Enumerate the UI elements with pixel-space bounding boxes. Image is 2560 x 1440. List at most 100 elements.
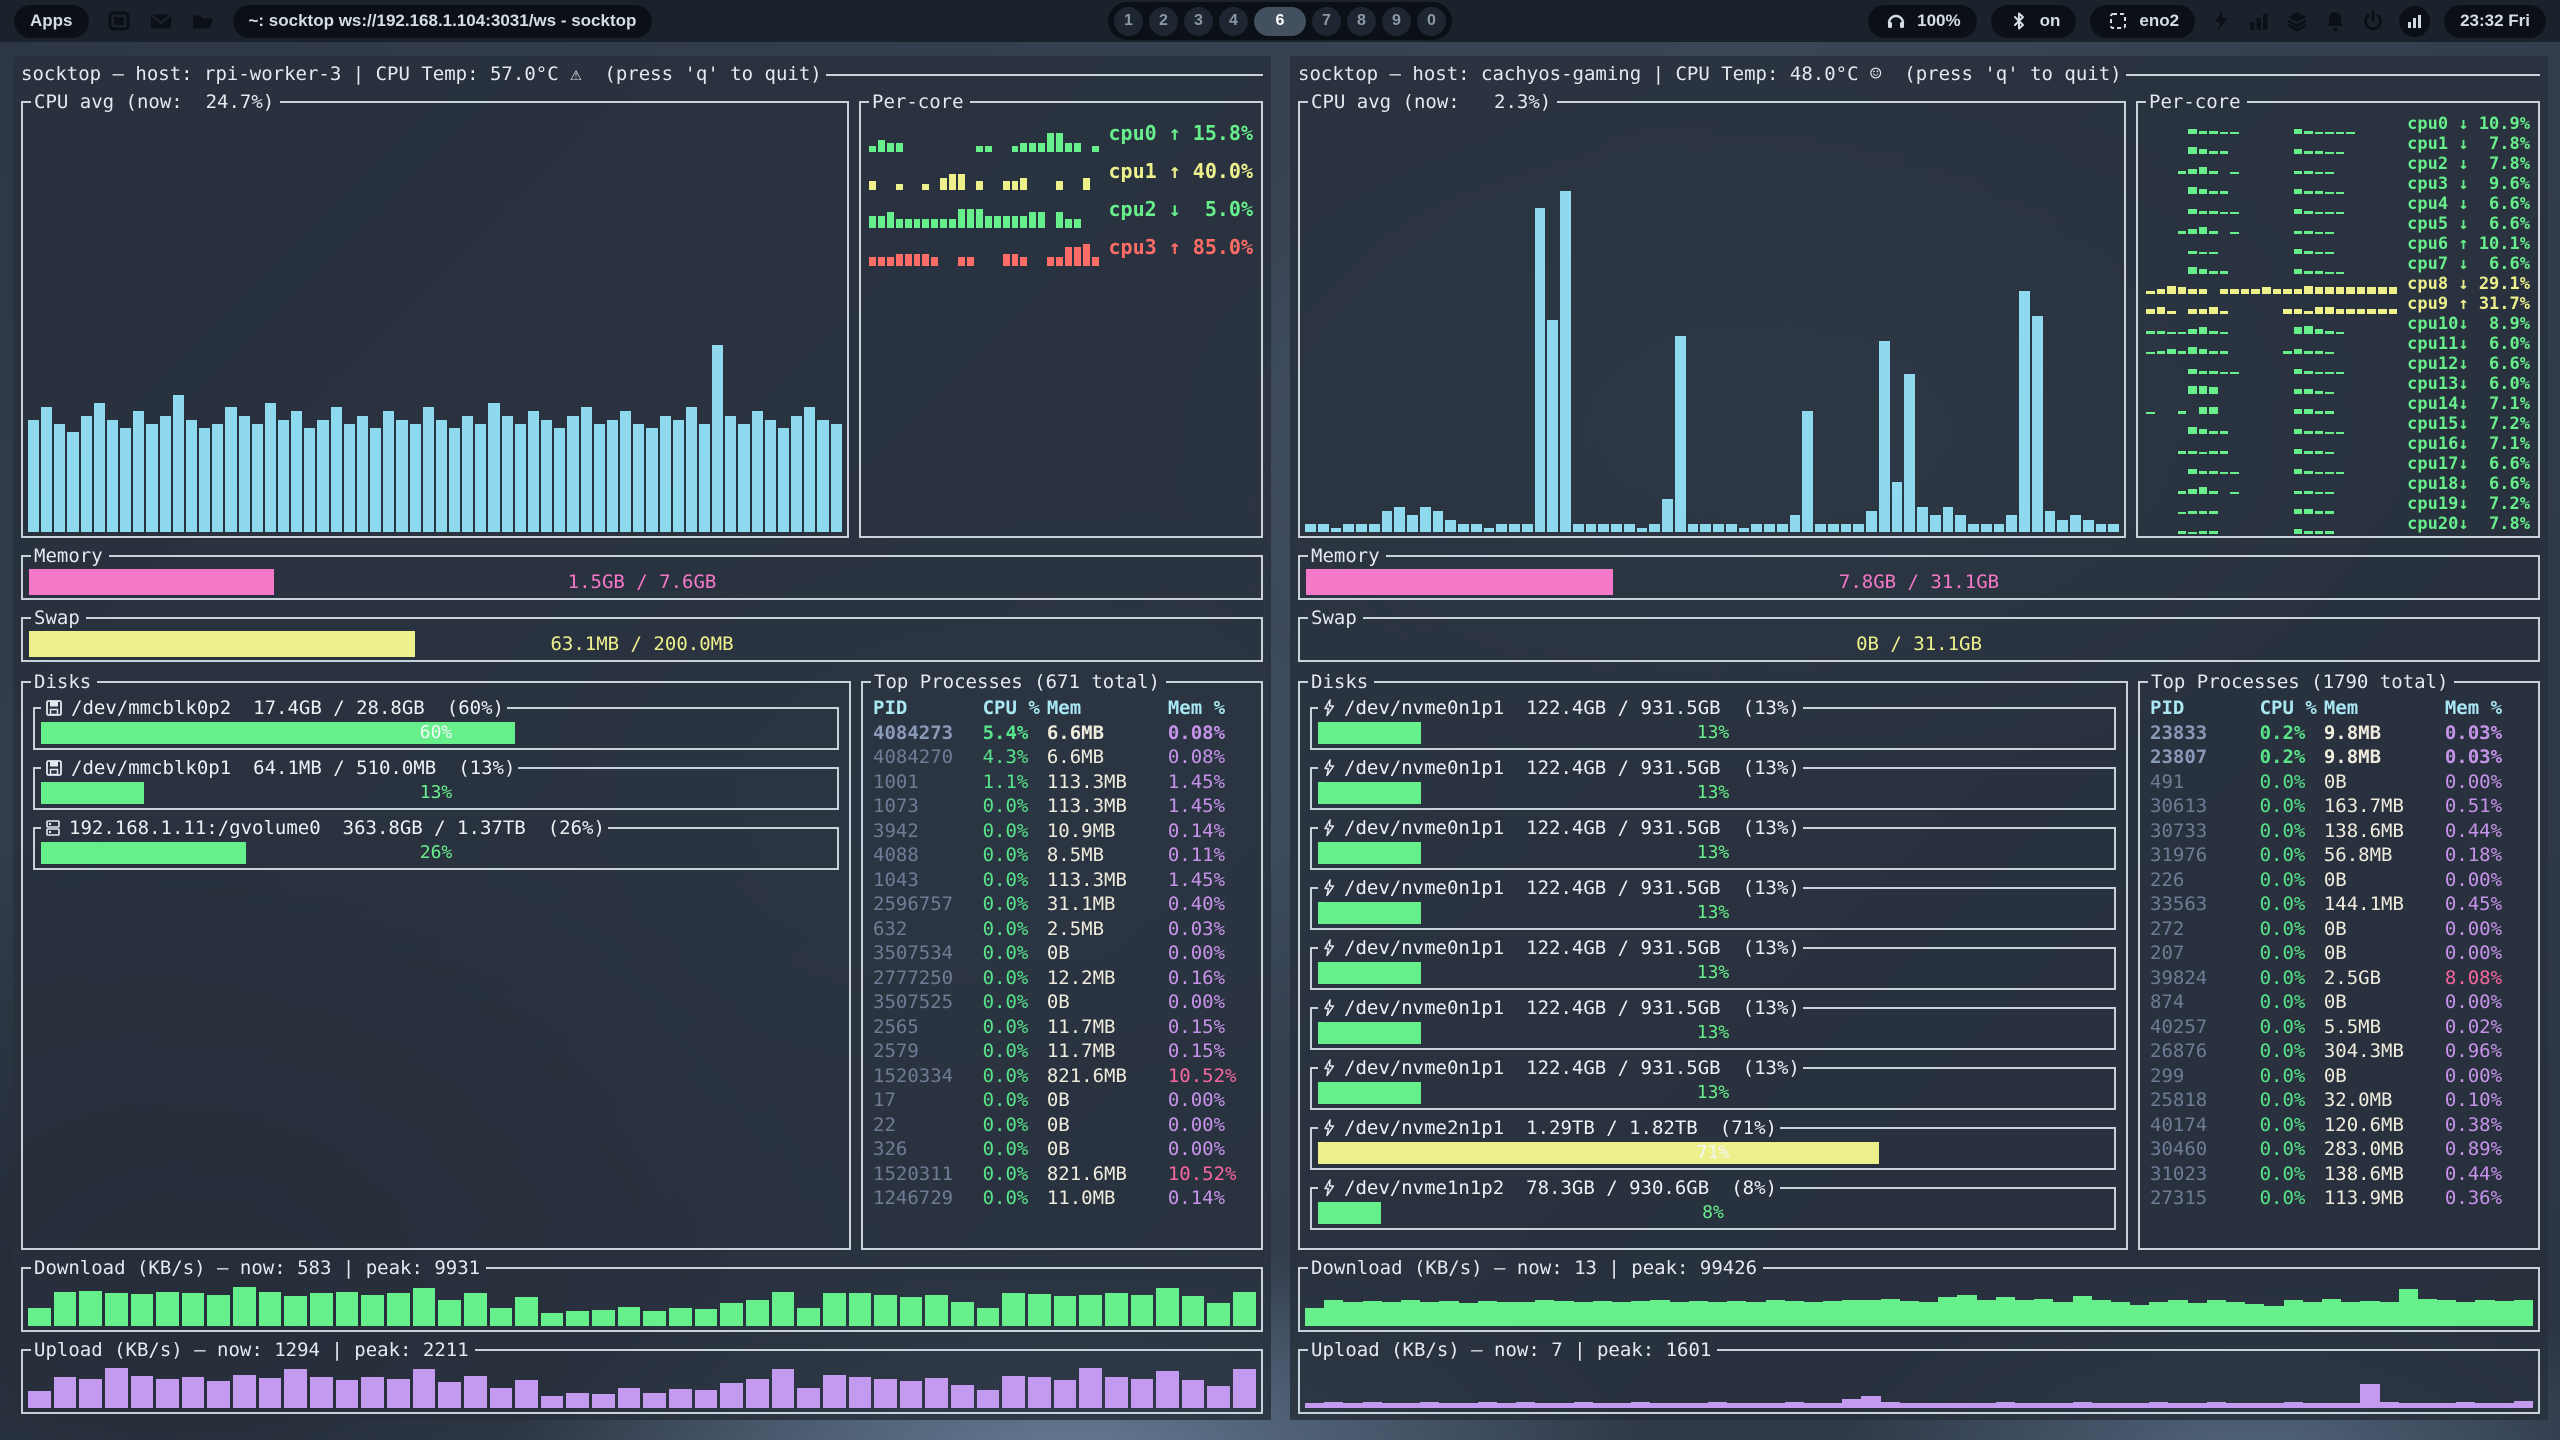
process-row: 402570.0%5.5MB0.02% xyxy=(2150,1015,2528,1040)
layers-icon[interactable] xyxy=(2285,9,2309,33)
folder-icon[interactable] xyxy=(191,9,215,33)
signal-bars-icon[interactable] xyxy=(2247,9,2271,33)
process-cpu: 1.1% xyxy=(983,770,1047,795)
chart-bar xyxy=(1002,1376,1025,1408)
network-name: eno2 xyxy=(2139,11,2179,31)
cpu-avg-panel-header: CPU avg (now: 2.3%) xyxy=(1298,90,2126,114)
chart-bar xyxy=(951,1302,974,1326)
disks-panel-header: Disks xyxy=(21,670,851,694)
chart-bar xyxy=(778,428,789,532)
upload-panel: Upload (KB/s) — now: 1294 | peak: 2211 xyxy=(21,1338,1263,1414)
process-pid: 3507525 xyxy=(873,990,983,1015)
chart-bar xyxy=(951,1385,974,1408)
disk-gauge-label: 71% xyxy=(1312,1142,2114,1164)
chart-bar xyxy=(2495,1301,2514,1326)
chart-bar xyxy=(1957,1403,1976,1408)
chart-bar xyxy=(1516,1302,1535,1326)
chart-bar xyxy=(1662,499,1673,532)
disk-usage: 122.4GB / 931.5GB xyxy=(1526,1056,1720,1080)
chart-bar xyxy=(304,428,315,532)
chart-bar xyxy=(2341,1302,2360,1326)
chart-bar xyxy=(259,1378,282,1408)
chart-bar xyxy=(925,1378,948,1408)
workspace-button-3[interactable]: 3 xyxy=(1184,7,1213,36)
chart-bar xyxy=(1727,1301,1746,1326)
chart-bar xyxy=(2149,1402,2168,1408)
chart-bar xyxy=(643,1311,666,1326)
spark-bar xyxy=(887,212,894,228)
spark-bar xyxy=(931,219,938,228)
workspace-button-8[interactable]: 8 xyxy=(1347,7,1376,36)
disk-name: /dev/nvme2n1p1 xyxy=(1344,1116,1504,1140)
bell-icon[interactable] xyxy=(2323,9,2347,33)
process-mem: 113.3MB xyxy=(1047,868,1168,893)
disk-row-header: /dev/nvme0n1p1122.4GB / 931.5GB(13%) xyxy=(1310,696,2116,720)
core-label: cpu2 ↓ 7.8% xyxy=(2407,154,2530,174)
mail-icon[interactable] xyxy=(149,9,173,33)
process-cpu: 0.0% xyxy=(2260,1186,2324,1211)
workspace-button-7[interactable]: 7 xyxy=(1312,7,1341,36)
disk-row-header: /dev/nvme0n1p1122.4GB / 931.5GB(13%) xyxy=(1310,756,2116,780)
volume-indicator[interactable]: 100% xyxy=(1868,5,1976,38)
process-pid: 1043 xyxy=(873,868,983,893)
chart-bar xyxy=(1343,1302,1362,1326)
chart-bar xyxy=(331,407,342,532)
process-mem-pct: 1.45% xyxy=(1168,794,1251,819)
process-pid: 299 xyxy=(2150,1064,2260,1089)
workspace-button-9[interactable]: 9 xyxy=(1382,7,1411,36)
chart-bar xyxy=(1105,1293,1128,1326)
memory-label: Memory xyxy=(31,544,106,568)
process-cpu: 0.0% xyxy=(983,941,1047,966)
chart-bar xyxy=(1497,1302,1516,1326)
chart-bar xyxy=(1598,524,1609,532)
workspace-button-6[interactable]: 6 xyxy=(1254,7,1306,36)
process-pid: 33563 xyxy=(2150,892,2260,917)
process-cpu: 0.0% xyxy=(2260,1113,2324,1138)
disk-icon xyxy=(45,699,63,717)
chart-bar xyxy=(1586,524,1597,532)
chart-bar xyxy=(1131,1379,1154,1408)
clock-indicator[interactable]: 23:32 Fri xyxy=(2444,5,2546,38)
workspace-button-0[interactable]: 0 xyxy=(1417,7,1446,36)
chart-bar xyxy=(1981,524,1992,532)
spark-bar xyxy=(914,219,921,228)
process-mem-pct: 0.11% xyxy=(1168,843,1251,868)
process-row: 10430.0%113.3MB1.45% xyxy=(873,868,1251,893)
workspace-button-2[interactable]: 2 xyxy=(1149,7,1178,36)
spark-bar xyxy=(2199,531,2208,534)
apps-menu-button[interactable]: Apps xyxy=(14,5,89,38)
core-row: cpu9 ↑ 31.7% xyxy=(2146,294,2530,314)
chart-bar xyxy=(620,411,631,532)
activity-monitor-icon[interactable] xyxy=(2399,6,2430,37)
chart-bar xyxy=(1496,524,1507,532)
bluetooth-indicator[interactable]: on xyxy=(1991,5,2077,38)
network-indicator[interactable]: eno2 xyxy=(2090,5,2195,38)
chart-bar xyxy=(438,1300,461,1326)
workspace-button-4[interactable]: 4 xyxy=(1219,7,1248,36)
per-core-panel: Per-corecpu0 ↓ 10.9%cpu1 ↓ 7.8%cpu2 ↓ 7.… xyxy=(2136,90,2540,538)
workspace-button-1[interactable]: 1 xyxy=(1114,7,1143,36)
process-column-header: Mem xyxy=(1047,696,1168,721)
disk-usage: 78.3GB / 930.6GB xyxy=(1526,1176,1709,1200)
core-row: cpu19↓ 7.2% xyxy=(2146,494,2530,514)
chart-bar xyxy=(831,424,842,532)
window-icon[interactable] xyxy=(107,9,131,33)
terminal-window-left[interactable]: socktop — host: rpi-worker-3 | CPU Temp:… xyxy=(13,56,1271,1420)
process-row: 8740.0%0B0.00% xyxy=(2150,990,2528,1015)
process-cpu: 0.0% xyxy=(983,868,1047,893)
terminal-window-right[interactable]: socktop — host: cachyos-gaming | CPU Tem… xyxy=(1290,56,2548,1420)
power-icon[interactable] xyxy=(2361,9,2385,33)
chart-bar xyxy=(1739,528,1750,532)
chart-bar xyxy=(791,416,802,532)
process-pid: 27315 xyxy=(2150,1186,2260,1211)
chart-bar xyxy=(618,1388,641,1408)
disk-row: /dev/nvme0n1p1122.4GB / 931.5GB(13%)13% xyxy=(1310,996,2116,1048)
spark-bar xyxy=(905,219,912,228)
power-profile-icon[interactable] xyxy=(2209,9,2233,33)
chart-bar xyxy=(413,1288,436,1326)
spark-bar xyxy=(1065,143,1072,152)
chart-bar xyxy=(1689,1403,1708,1408)
focused-window-title[interactable]: ~: socktop ws://192.168.1.104:3031/ws - … xyxy=(233,5,653,38)
right-top-row: CPU avg (now: 2.3%) Per-corecpu0 ↓ 10.9%c… xyxy=(1298,90,2540,538)
nvme-icon xyxy=(1322,1179,1336,1197)
